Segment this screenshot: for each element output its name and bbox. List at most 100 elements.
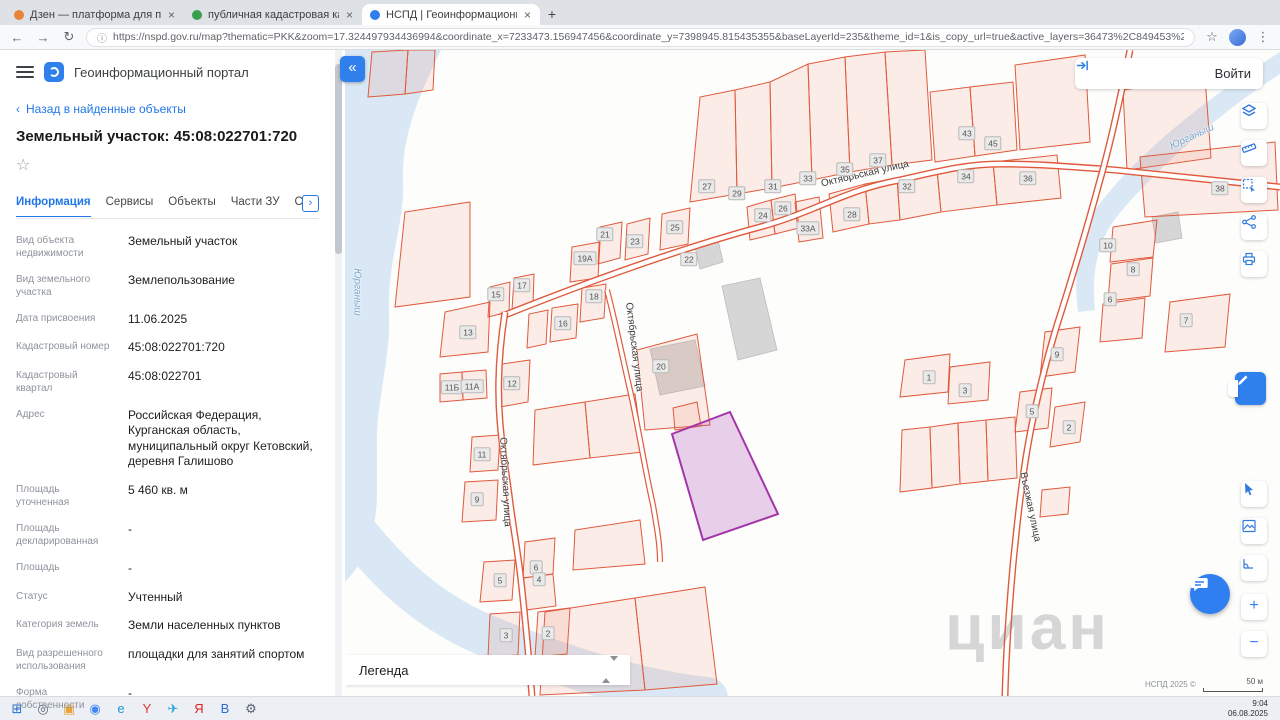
map-attribution: НСПД 2025 © [1145, 680, 1196, 689]
field-value: 5 460 кв. м [128, 483, 188, 498]
forward-button[interactable]: → [34, 30, 52, 45]
measure-button[interactable] [1241, 555, 1267, 581]
chat-button[interactable] [1190, 574, 1230, 614]
field-row: Статус Учтенный [16, 583, 319, 612]
main-content: Геоинформационный портал ‹ Назад в найде… [0, 50, 1280, 711]
tab-title: публичная кадастровая карта [208, 8, 339, 21]
url-text: https://nspd.gov.ru/map?thematic=PKK&zoo… [113, 31, 1184, 43]
browser-tab[interactable]: Дзен — платформа для просмо × [6, 4, 184, 25]
nspd-logo-icon [44, 62, 64, 82]
tab-favicon [192, 9, 202, 20]
select-area-button[interactable] [1241, 177, 1267, 203]
map-canvas[interactable] [345, 50, 1280, 696]
field-label: Площадь уточненная [16, 484, 70, 509]
field-value: - [128, 685, 132, 700]
bookmark-star-icon[interactable]: ☆ [1203, 29, 1221, 45]
select-area-icon [1242, 178, 1255, 193]
tab-close-icon[interactable]: × [345, 8, 354, 22]
field-value: Учтенный [128, 589, 183, 604]
legend-toggle-icon[interactable] [602, 656, 618, 683]
field-row: Вид разрешенного использования площадки д… [16, 640, 319, 679]
field-row: Вид земельного участка Землепользование [16, 266, 319, 305]
tab-strip: Дзен — платформа для просмо×публичная ка… [0, 0, 1280, 25]
browser-toolbar: ← → ↻ ⓘ https://nspd.gov.ru/map?thematic… [0, 25, 1280, 50]
cursor-icon [1245, 483, 1253, 496]
field-row: Площадь - [16, 555, 319, 584]
site-info-icon[interactable]: ⓘ [97, 30, 107, 45]
measure-icon [1243, 559, 1253, 569]
field-row: Кадастровый номер 45:08:022701:720 [16, 334, 319, 363]
tab-strip-tabs: Дзен — платформа для просмо×публичная ка… [6, 4, 540, 25]
profile-avatar[interactable] [1229, 28, 1246, 46]
sidebar-tabs: Информация Сервисы Объекты Части ЗУ Соста [16, 196, 302, 217]
tab-close-icon[interactable]: × [523, 8, 532, 22]
field-row: Адрес Российская Федерация, Курганская об… [16, 401, 319, 476]
back-link[interactable]: ‹ Назад в найденные объекты [16, 102, 319, 116]
address-bar[interactable]: ⓘ https://nspd.gov.ru/map?thematic=PKK&z… [86, 27, 1195, 47]
new-tab-button[interactable]: + [540, 4, 564, 25]
cursor-button[interactable] [1241, 481, 1267, 507]
tab-favicon [370, 9, 380, 20]
field-value: Российская Федерация, Курганская область… [128, 407, 313, 469]
sidebar-tab-4[interactable]: Соста [295, 196, 302, 217]
tab-title: Дзен — платформа для просмо [30, 8, 161, 21]
taskbar-clock[interactable]: 9:04 06.08.2025 [1228, 699, 1276, 719]
browser-menu-icon[interactable]: ⋮ [1254, 29, 1272, 45]
field-label: Кадастровый номер [16, 341, 110, 353]
menu-icon[interactable] [16, 66, 34, 78]
field-value: 45:08:022701:720 [128, 340, 225, 355]
field-row: Площадь уточненная 5 460 кв. м [16, 477, 319, 516]
fields-list: Вид объекта недвижимости Земельный участо… [16, 227, 319, 720]
legend-bar[interactable]: Легенда [345, 655, 630, 685]
zoom-in-button[interactable]: + [1241, 594, 1267, 620]
field-label: Форма собственности [16, 686, 85, 711]
field-label: Дата присвоения [16, 312, 96, 324]
print-button[interactable] [1241, 251, 1267, 277]
portal-title: Геоинформационный портал [74, 64, 249, 80]
field-label: Статус [16, 590, 48, 602]
reload-button[interactable]: ↻ [60, 29, 78, 45]
back-button[interactable]: ← [8, 30, 26, 45]
browser-tab[interactable]: НСПД | Геоинформационный п × [362, 4, 540, 25]
share-button[interactable] [1241, 214, 1267, 240]
sidebar-tab-1[interactable]: Сервисы [106, 196, 154, 217]
field-row: Категория земель Земли населенных пунктов [16, 612, 319, 641]
sidebar-tab-0[interactable]: Информация [16, 196, 91, 217]
sidebar-header: Геоинформационный портал [16, 60, 319, 84]
cian-watermark: циан [945, 591, 1110, 663]
draw-button[interactable] [1228, 372, 1266, 405]
sidebar-tab-3[interactable]: Части ЗУ [231, 196, 280, 217]
sidebar-tab-2[interactable]: Объекты [168, 196, 215, 217]
map-area[interactable]: Октябрьская улица Октябрьская улица Октябр… [340, 50, 1280, 696]
login-label: Войти [1214, 66, 1251, 81]
selected-parcel[interactable] [670, 410, 780, 542]
chat-icon [1190, 578, 1208, 591]
legend-label: Легенда [359, 662, 409, 678]
field-value: - [128, 522, 132, 537]
sidebar-scrollbar[interactable] [335, 64, 342, 254]
field-label: Вид земельного участка [16, 273, 91, 298]
tabs-next-button[interactable]: › [302, 195, 319, 212]
field-value: Земельный участок [128, 233, 238, 248]
collapse-panel-button[interactable]: « [340, 56, 365, 82]
layers-button[interactable] [1241, 103, 1267, 129]
field-label: Вид разрешенного использования [16, 647, 103, 672]
tab-favicon [14, 9, 24, 20]
field-value: 11.06.2025 [128, 311, 188, 326]
ruler-icon [1241, 143, 1257, 153]
login-bar[interactable]: Войти [1075, 58, 1263, 89]
ruler-button[interactable] [1241, 140, 1267, 166]
field-label: Площадь [16, 562, 60, 574]
clock-date: 06.08.2025 [1227, 708, 1268, 718]
field-row: Площадь декларированная - [16, 516, 319, 555]
page-title: Земельный участок: 45:08:022701:720 [16, 128, 298, 145]
scale-ruler [1203, 688, 1263, 692]
favorite-star-icon[interactable]: ☆ [16, 155, 319, 175]
basemap-button[interactable] [1241, 518, 1267, 544]
draw-icon [1238, 375, 1248, 385]
browser-tab[interactable]: публичная кадастровая карта × [184, 4, 362, 25]
share-icon [1242, 215, 1256, 229]
zoom-out-button[interactable]: − [1241, 631, 1267, 657]
field-label: Кадастровый квартал [16, 369, 78, 394]
tab-close-icon[interactable]: × [167, 8, 176, 22]
